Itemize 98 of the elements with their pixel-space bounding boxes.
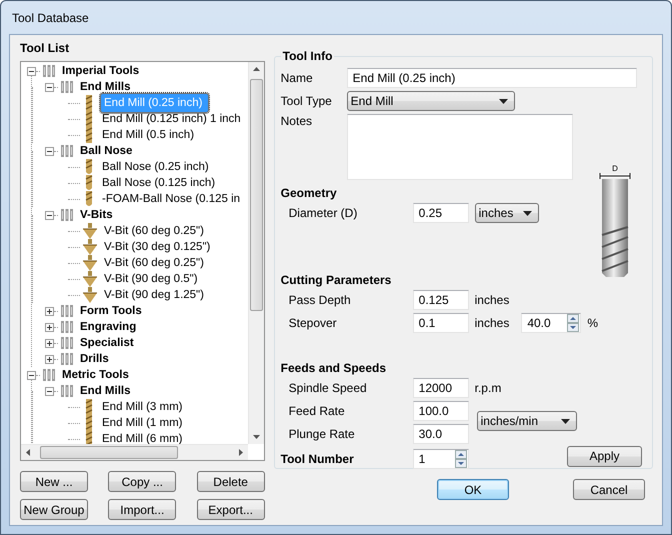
field-label: Name: [280, 71, 314, 85]
tree-item[interactable]: V-Bit (60 deg 0.25"): [102, 224, 206, 238]
tree-item[interactable]: End Mills: [78, 80, 132, 94]
name-field[interactable]: End Mill (0.25 inch): [346, 68, 637, 88]
field-label: Stepover: [288, 316, 338, 330]
dimension-label: D: [612, 165, 618, 173]
field-label: Plunge Rate: [288, 427, 356, 441]
horizontal-scrollbar[interactable]: [21, 444, 248, 460]
caret-icon: [522, 210, 532, 216]
section-title: Geometry: [280, 186, 338, 200]
unit-label: r.p.m: [474, 381, 502, 395]
tree-item[interactable]: V-Bits: [78, 208, 115, 222]
window-title: Tool Database: [12, 10, 89, 24]
mills-icon: [42, 64, 56, 78]
section-title: Cutting Parameters: [280, 273, 392, 287]
section-title: Tool Info: [282, 49, 334, 63]
v-bit-icon: [82, 239, 98, 255]
mills-icon: [60, 352, 74, 366]
mills-icon: [60, 208, 74, 222]
tree-action-button[interactable]: Delete: [196, 471, 265, 492]
apply-button[interactable]: Apply: [567, 446, 642, 466]
tree-item[interactable]: Form Tools: [78, 304, 144, 318]
section-title: Feeds and Speeds: [280, 361, 388, 375]
expand-toggle[interactable]: [45, 338, 54, 348]
tree-item[interactable]: Specialist: [78, 336, 136, 350]
tree-item[interactable]: V-Bit (30 deg 0.125"): [102, 240, 212, 254]
unit-label: inches: [474, 293, 510, 307]
field-label: Spindle Speed: [288, 381, 368, 395]
expand-toggle[interactable]: [45, 386, 54, 396]
tree-item[interactable]: Ball Nose (0.25 inch): [100, 160, 211, 174]
vertical-scrollbar[interactable]: [248, 62, 264, 444]
tree-item[interactable]: Ball Nose: [78, 144, 134, 158]
section-title: Tool List: [20, 41, 70, 57]
tree-item[interactable]: Metric Tools: [60, 368, 131, 382]
tree-item[interactable]: V-Bit (60 deg 0.25"): [102, 256, 206, 270]
v-bit-icon: [82, 287, 98, 303]
tree-action-button[interactable]: New ...: [20, 471, 88, 492]
v-bit-icon: [82, 271, 98, 287]
tree-action-button[interactable]: Copy ...: [108, 471, 176, 492]
v-bit-icon: [82, 255, 98, 271]
field-label: Feed Rate: [288, 404, 346, 418]
field-label: Notes: [280, 114, 313, 128]
tree-item[interactable]: End Mill (3 mm): [100, 400, 185, 414]
mills-icon: [60, 336, 74, 350]
rate-units-dropdown[interactable]: inches/min: [476, 411, 577, 431]
tree-item[interactable]: End Mill (0.125 inch) 1 inch: [100, 112, 243, 126]
feed-rate-field[interactable]: 100.0: [412, 401, 469, 421]
field-label: Pass Depth: [288, 293, 352, 307]
spindle-speed-field[interactable]: 12000: [412, 378, 469, 398]
tree-action-button[interactable]: Import...: [108, 499, 176, 520]
plunge-rate-field[interactable]: 30.0: [412, 424, 469, 444]
units-dropdown[interactable]: inches: [474, 203, 539, 223]
pass-depth-field[interactable]: 0.125: [412, 290, 469, 310]
unit-label: %: [587, 316, 598, 330]
dialog-button[interactable]: Cancel: [573, 479, 645, 500]
spin-arrows-icon[interactable]: [454, 450, 467, 468]
expand-toggle[interactable]: [45, 82, 54, 92]
field-label: Tool Number: [280, 452, 355, 466]
notes-field[interactable]: [346, 114, 573, 180]
field-label: Diameter (D): [288, 206, 358, 220]
expand-toggle[interactable]: [45, 322, 54, 332]
spin-arrows-icon[interactable]: [567, 314, 580, 332]
tree-item[interactable]: Ball Nose (0.125 inch): [100, 176, 218, 190]
stepover-field[interactable]: 0.1: [412, 313, 469, 333]
v-bit-icon: [82, 223, 98, 239]
expand-toggle[interactable]: [45, 306, 54, 316]
dialog-button[interactable]: OK: [437, 479, 509, 500]
tree-item[interactable]: -FOAM-Ball Nose (0.125 in: [100, 192, 242, 206]
expand-toggle[interactable]: [45, 146, 54, 156]
mills-icon: [60, 80, 74, 94]
tool-type-dropdown[interactable]: End Mill: [346, 91, 515, 111]
mills-icon: [60, 320, 74, 334]
expand-toggle[interactable]: [27, 370, 36, 380]
caret-icon: [560, 418, 570, 424]
tree-item[interactable]: End Mill (6 mm): [100, 432, 185, 444]
tree-item[interactable]: V-Bit (90 deg 1.25"): [102, 288, 206, 302]
mills-icon: [60, 384, 74, 398]
tool-number-spinbox[interactable]: 1: [412, 449, 469, 469]
tree-item[interactable]: Engraving: [78, 320, 138, 334]
mills-icon: [60, 144, 74, 158]
expand-toggle[interactable]: [27, 66, 36, 76]
unit-label: inches: [474, 316, 510, 330]
tree-item[interactable]: End Mill (0.5 inch): [100, 128, 196, 142]
tree-action-button[interactable]: New Group: [20, 499, 88, 520]
tree-item[interactable]: Drills: [78, 352, 111, 366]
expand-toggle[interactable]: [45, 210, 54, 220]
mills-icon: [42, 368, 56, 382]
tree-item[interactable]: End Mill (1 mm): [100, 416, 185, 430]
tree-item[interactable]: End Mills: [78, 384, 132, 398]
expand-toggle[interactable]: [45, 354, 54, 364]
stepover-percent-spinbox[interactable]: 40.0: [521, 313, 582, 333]
tree-item[interactable]: Imperial Tools: [60, 64, 142, 78]
mills-icon: [60, 304, 74, 318]
field-label: Tool Type: [280, 94, 333, 108]
tree-action-button[interactable]: Export...: [196, 499, 265, 520]
caret-icon: [498, 98, 508, 104]
tree-item[interactable]: V-Bit (90 deg 0.5"): [102, 272, 200, 286]
diameter-field[interactable]: 0.25: [412, 203, 469, 223]
